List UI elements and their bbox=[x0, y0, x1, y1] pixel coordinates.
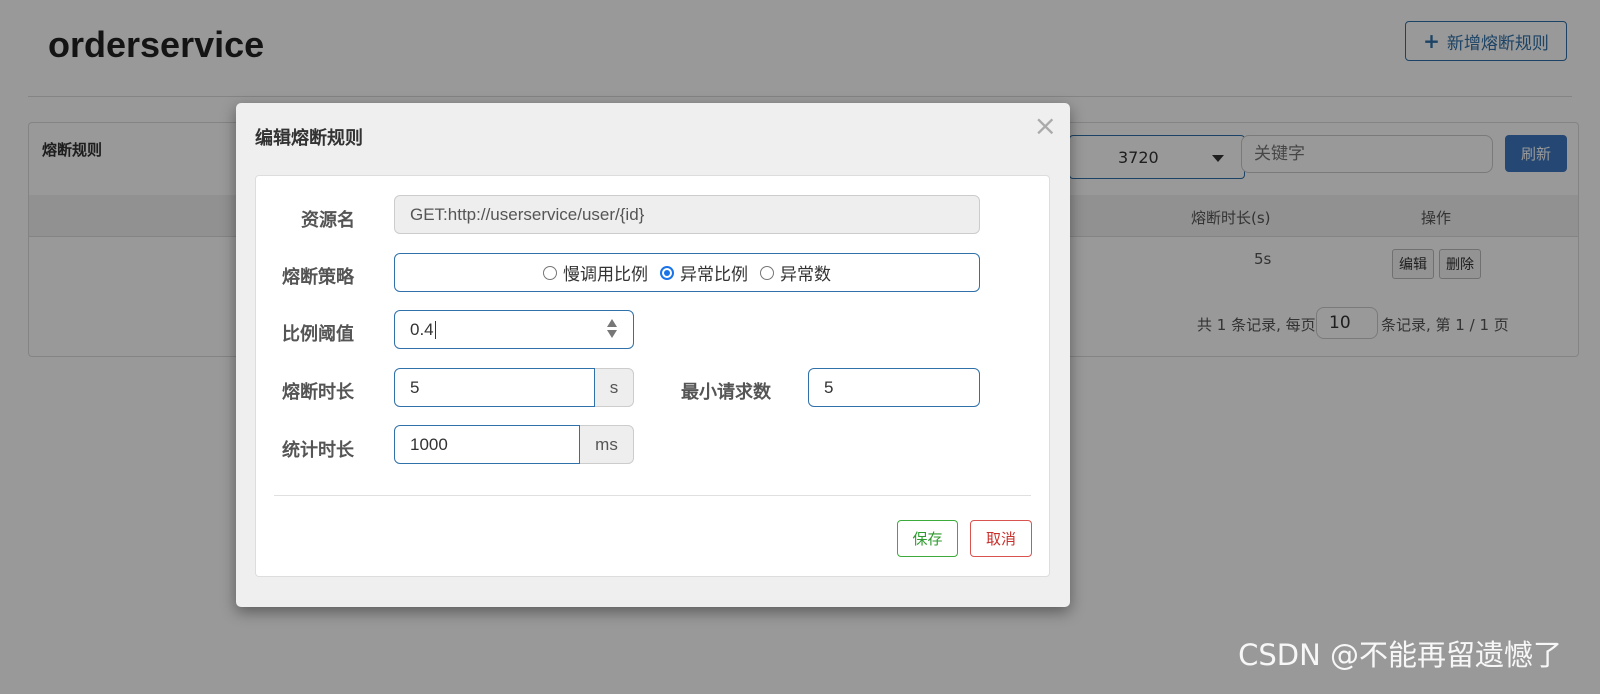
dialog-title: 编辑熔断规则 bbox=[255, 128, 363, 149]
stat-interval-label: 统计时长 bbox=[282, 440, 354, 461]
resource-field: GET:http://userservice/user/{id} bbox=[394, 195, 980, 234]
stat-interval-input[interactable]: 1000 bbox=[394, 425, 580, 464]
text-cursor bbox=[434, 320, 436, 339]
strategy-label: 熔断策略 bbox=[282, 267, 354, 288]
radio-button-checked[interactable] bbox=[660, 265, 674, 280]
stat-interval-unit: ms bbox=[580, 425, 634, 464]
number-spinner[interactable] bbox=[607, 319, 617, 338]
radio-label: 慢调用比例 bbox=[563, 265, 648, 284]
radio-button[interactable] bbox=[543, 265, 557, 280]
radio-label: 异常数 bbox=[780, 265, 831, 284]
duration-label: 熔断时长 bbox=[282, 382, 354, 403]
radio-label: 异常比例 bbox=[680, 265, 748, 284]
radio-error-count[interactable]: 异常数 bbox=[760, 260, 831, 285]
ratio-threshold-value: 0.4 bbox=[410, 319, 434, 339]
duration-input[interactable]: 5 bbox=[394, 368, 595, 407]
resource-label: 资源名 bbox=[301, 210, 355, 231]
radio-error-ratio[interactable]: 异常比例 bbox=[660, 260, 748, 285]
spinner-down-icon[interactable] bbox=[607, 330, 617, 338]
close-icon[interactable]: × bbox=[1034, 109, 1057, 142]
watermark: CSDN @不能再留遗憾了 bbox=[1238, 638, 1562, 672]
duration-unit: s bbox=[595, 368, 634, 407]
edit-rule-dialog: 编辑熔断规则 × 资源名 GET:http://userservice/user… bbox=[236, 103, 1070, 607]
ratio-threshold-label: 比例阈值 bbox=[282, 324, 354, 345]
dialog-form: 资源名 GET:http://userservice/user/{id} 熔断策… bbox=[255, 175, 1050, 577]
ratio-threshold-input[interactable]: 0.4 bbox=[394, 310, 634, 349]
spinner-up-icon[interactable] bbox=[607, 319, 617, 327]
min-request-label: 最小请求数 bbox=[681, 382, 771, 403]
min-request-input[interactable]: 5 bbox=[808, 368, 980, 407]
radio-slow-ratio[interactable]: 慢调用比例 bbox=[543, 260, 648, 285]
radio-button[interactable] bbox=[760, 265, 774, 280]
cancel-button[interactable]: 取消 bbox=[970, 520, 1032, 557]
form-divider bbox=[274, 495, 1031, 496]
save-button[interactable]: 保存 bbox=[897, 520, 958, 557]
strategy-radio-group: 慢调用比例 异常比例 异常数 bbox=[394, 253, 980, 292]
